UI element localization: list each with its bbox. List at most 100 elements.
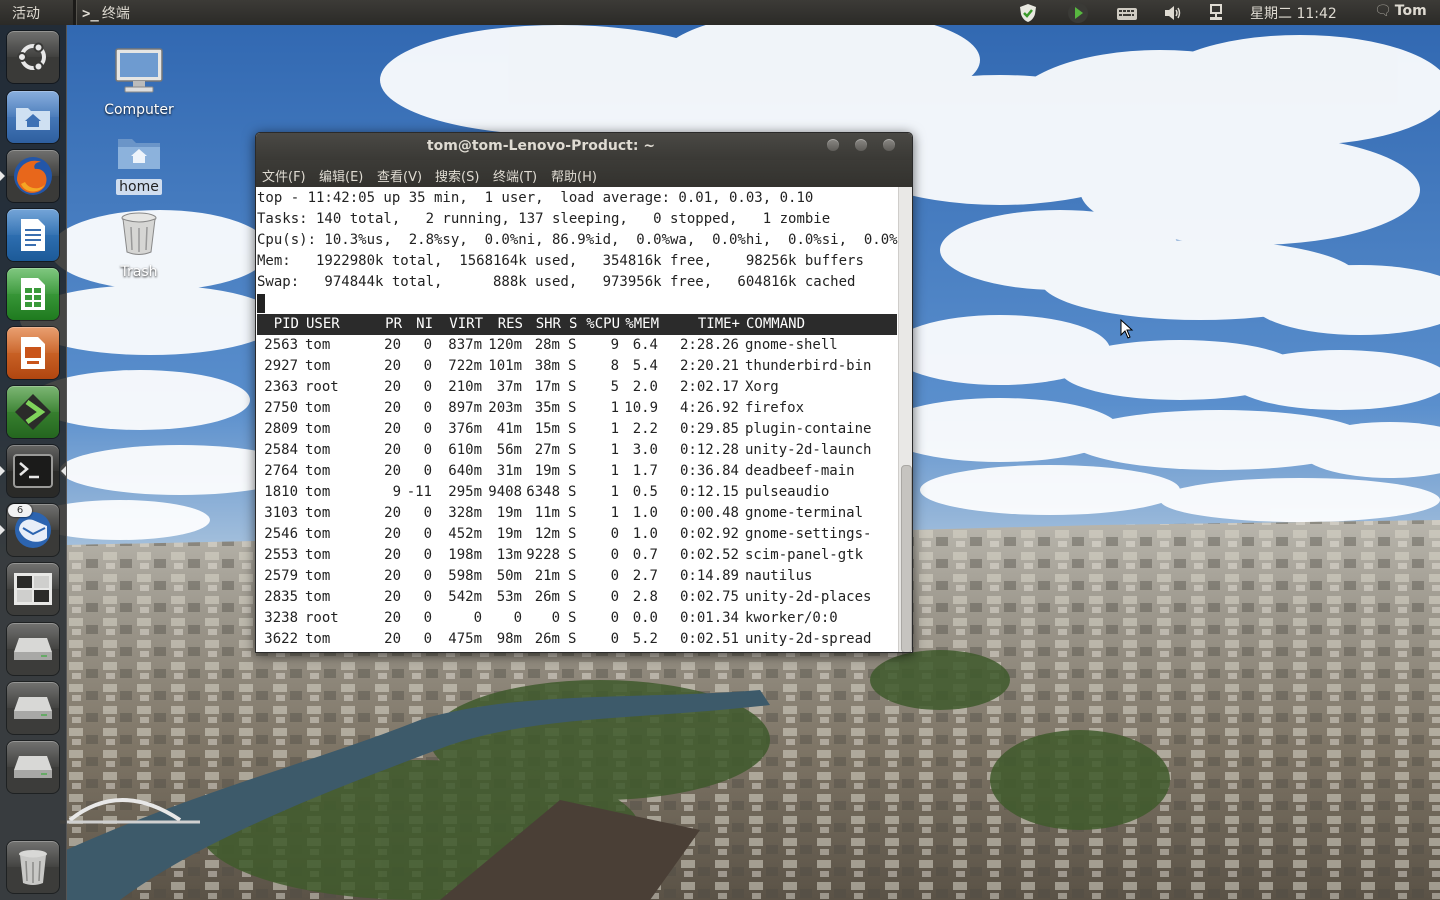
desktop-icon-computer[interactable]: Computer bbox=[94, 46, 184, 118]
activities-button[interactable]: 活动 bbox=[12, 3, 40, 23]
process-user: tom bbox=[305, 463, 331, 479]
menu-terminal[interactable]: 终端(T) bbox=[493, 166, 537, 185]
launcher-drive-1[interactable] bbox=[7, 623, 59, 675]
process-shr: 27m bbox=[534, 442, 560, 458]
launcher-home-folder[interactable] bbox=[7, 91, 59, 143]
process-mem: 2.8 bbox=[632, 589, 658, 605]
process-shr: 15m bbox=[534, 421, 560, 437]
launcher-drive-2[interactable] bbox=[7, 682, 59, 734]
launcher-calc[interactable] bbox=[7, 268, 59, 320]
process-res: 13m bbox=[496, 547, 522, 563]
process-time: 0:02.51 bbox=[679, 631, 739, 647]
terminal-scrollbar[interactable] bbox=[898, 187, 912, 652]
clock[interactable]: 星期二 11:42 bbox=[1250, 3, 1337, 23]
menu-edit[interactable]: 编辑(E) bbox=[319, 166, 363, 185]
terminal-output[interactable]: top - 11:42:05 up 35 min, 1 user, load a… bbox=[256, 187, 898, 652]
process-cpu: 0 bbox=[610, 547, 619, 563]
process-table-header: PID USER PR NI VIRT RES SHR S %CPU %MEM TIME+ COMMA… bbox=[257, 314, 897, 335]
process-ni: 0 bbox=[423, 379, 432, 395]
minimize-button[interactable] bbox=[827, 139, 839, 151]
drive-icon bbox=[7, 682, 59, 734]
ubuntu-logo-icon bbox=[7, 31, 59, 83]
top-swap-line: Swap: 974844k total, 888k used, 973956k … bbox=[257, 274, 856, 290]
process-pr: 20 bbox=[384, 379, 401, 395]
process-virt: 452m bbox=[448, 526, 482, 542]
process-res: 0 bbox=[513, 610, 522, 626]
process-command: nautilus bbox=[745, 568, 813, 584]
process-state: S bbox=[568, 484, 577, 500]
column-header-res: RES bbox=[497, 316, 523, 332]
column-header-pr: PR bbox=[385, 316, 402, 332]
desktop-icon-label: home bbox=[116, 179, 162, 195]
menu-view[interactable]: 查看(V) bbox=[377, 166, 422, 185]
desktop-icon-home[interactable]: home bbox=[94, 133, 184, 195]
launcher-firefox[interactable] bbox=[7, 150, 59, 202]
desktop-icon-trash[interactable]: Trash bbox=[94, 210, 184, 280]
user-status-icon: 🗨 bbox=[1374, 3, 1392, 19]
process-user: tom bbox=[305, 589, 331, 605]
process-pr: 20 bbox=[384, 631, 401, 647]
window-titlebar[interactable]: tom@tom-Lenovo-Product: ~ bbox=[256, 133, 912, 160]
launcher-drive-3[interactable] bbox=[7, 741, 59, 793]
process-virt: 598m bbox=[448, 568, 482, 584]
launcher-dash-button[interactable] bbox=[7, 31, 59, 83]
launcher-impress[interactable] bbox=[7, 327, 59, 379]
menu-search[interactable]: 搜索(S) bbox=[435, 166, 479, 185]
column-header-cpu: %CPU bbox=[586, 316, 620, 332]
process-time: 0:12.15 bbox=[679, 484, 739, 500]
scrollbar-thumb[interactable] bbox=[901, 465, 912, 652]
close-button[interactable] bbox=[883, 139, 895, 151]
menu-help[interactable]: 帮助(H) bbox=[551, 166, 597, 185]
process-ni: 0 bbox=[423, 400, 432, 416]
app-menu[interactable]: >_ 终端 bbox=[82, 3, 130, 23]
process-res: 203m bbox=[488, 400, 522, 416]
launcher-software-center[interactable] bbox=[7, 386, 59, 438]
process-shr: 6348 bbox=[526, 484, 560, 500]
process-row: 2563 tom 20 0 837m 120m 28m S 9 6.4 2:28.26 gnome-s… bbox=[256, 335, 896, 356]
process-command: gnome-terminal bbox=[745, 505, 864, 521]
process-cpu: 0 bbox=[610, 526, 619, 542]
launcher-workspace-switcher[interactable] bbox=[7, 563, 59, 615]
process-command: Xorg bbox=[745, 379, 779, 395]
process-pid: 2764 bbox=[264, 463, 298, 479]
process-ni: 0 bbox=[423, 442, 432, 458]
process-state: S bbox=[568, 568, 577, 584]
process-pid: 2579 bbox=[264, 568, 298, 584]
user-menu[interactable]: 🗨 Tom bbox=[1374, 3, 1427, 19]
process-state: S bbox=[568, 631, 577, 647]
play-arrow-icon[interactable] bbox=[1066, 0, 1090, 25]
launcher-terminal[interactable] bbox=[7, 445, 59, 497]
keyboard-icon[interactable] bbox=[1114, 0, 1140, 25]
volume-icon[interactable] bbox=[1161, 0, 1185, 25]
process-pr: 20 bbox=[384, 358, 401, 374]
menu-file[interactable]: 文件(F) bbox=[262, 166, 306, 185]
trash-icon bbox=[94, 210, 184, 262]
process-pr: 20 bbox=[384, 337, 401, 353]
column-header-mem: %MEM bbox=[625, 316, 659, 332]
process-pid: 2809 bbox=[264, 421, 298, 437]
shield-check-icon[interactable] bbox=[1016, 0, 1040, 25]
process-pid: 2584 bbox=[264, 442, 298, 458]
process-time: 0:29.85 bbox=[679, 421, 739, 437]
network-icon[interactable] bbox=[1205, 0, 1227, 25]
terminal-prompt-icon: >_ bbox=[82, 6, 99, 22]
process-row: 2809 tom 20 0 376m 41m 15m S 1 2.2 0:29.85 plugin-c… bbox=[256, 419, 896, 440]
column-header-pid: PID bbox=[273, 316, 299, 332]
unity-launcher: 6 bbox=[0, 25, 67, 900]
process-cpu: 1 bbox=[610, 442, 619, 458]
process-mem: 5.2 bbox=[632, 631, 658, 647]
process-shr: 28m bbox=[534, 337, 560, 353]
process-state: S bbox=[568, 463, 577, 479]
terminal-window[interactable]: tom@tom-Lenovo-Product: ~ 文件(F) 编辑(E) 查看… bbox=[255, 132, 913, 653]
launcher-writer[interactable] bbox=[7, 209, 59, 261]
process-shr: 26m bbox=[534, 631, 560, 647]
process-mem: 3.0 bbox=[632, 442, 658, 458]
folder-home-icon bbox=[7, 91, 59, 143]
process-res: 31m bbox=[496, 463, 522, 479]
maximize-button[interactable] bbox=[855, 139, 867, 151]
column-header-ni: NI bbox=[416, 316, 433, 332]
process-shr: 21m bbox=[534, 568, 560, 584]
column-header-time: TIME+ bbox=[697, 316, 740, 332]
launcher-trash[interactable] bbox=[7, 841, 59, 893]
process-res: 50m bbox=[496, 568, 522, 584]
